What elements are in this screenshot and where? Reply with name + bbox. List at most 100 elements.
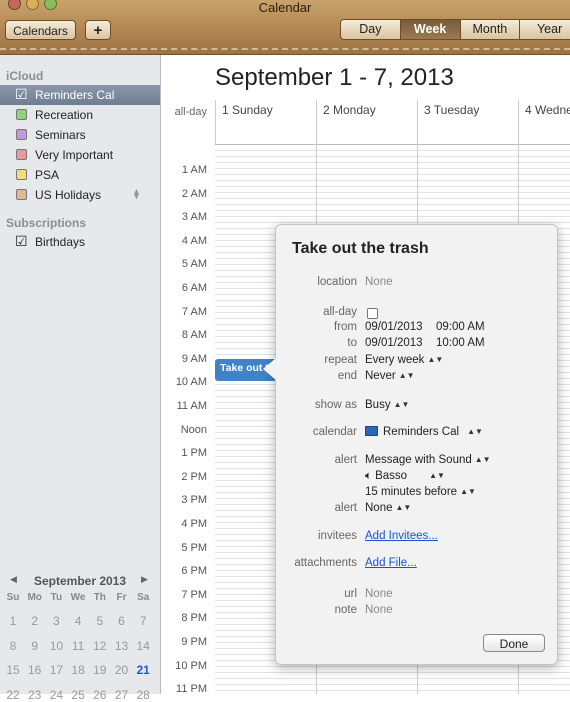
from-date-field[interactable]: 09/01/2013 <box>365 321 423 333</box>
mini-calendar-month: September 2013 <box>33 574 127 588</box>
hour-label: 6 PM <box>181 565 207 578</box>
updown-arrows-icon: ▲▼ <box>467 427 483 436</box>
updown-arrows-icon: ▲▼ <box>395 503 412 512</box>
toolbar-stitching <box>0 48 570 50</box>
mini-calendar-day[interactable]: 28 <box>132 688 154 702</box>
calendar-item-seminars[interactable]: Seminars <box>0 125 160 145</box>
calendar-color-checkbox[interactable] <box>16 149 27 160</box>
alert-sound-select[interactable]: 🔈︎ Basso ▲▼ <box>365 470 445 483</box>
weekday-header: Su <box>6 592 20 603</box>
mini-calendar-day[interactable]: 1 <box>2 614 24 628</box>
from-time-field[interactable]: 09:00 AM <box>436 321 485 333</box>
mini-calendar-day[interactable]: 6 <box>111 614 133 628</box>
mini-calendar-day[interactable]: 21 <box>132 663 154 677</box>
alert2-label: alert <box>334 502 357 514</box>
next-month-icon[interactable]: ▶ <box>141 574 148 585</box>
url-label: url <box>344 588 357 600</box>
weekday-header: We <box>70 592 86 603</box>
day-header-wednesday[interactable]: 4 Wednesday <box>518 100 570 145</box>
add-file-link[interactable]: Add File... <box>365 557 417 569</box>
updown-arrows-icon: ▲▼ <box>429 471 445 480</box>
event-title[interactable]: Take out the trash <box>292 240 429 258</box>
mini-calendar-day[interactable]: 12 <box>89 639 111 653</box>
mini-calendar-day[interactable]: 20 <box>111 663 133 677</box>
popover-arrow <box>263 358 276 380</box>
calendar-color-checkbox[interactable] <box>16 129 27 140</box>
mini-calendar-day[interactable]: 3 <box>45 614 67 628</box>
calendars-button[interactable]: Calendars <box>5 20 76 40</box>
hour-label: 5 PM <box>181 541 207 554</box>
calendar-value: Reminders Cal <box>383 426 460 438</box>
weekday-header: Th <box>93 592 106 603</box>
mini-calendar-day[interactable]: 17 <box>45 663 67 677</box>
mini-calendar-day[interactable]: 18 <box>67 663 89 677</box>
add-event-button[interactable]: + <box>85 20 111 40</box>
calendar-item-birthdays[interactable]: ☑ Birthdays <box>0 232 160 252</box>
day-header-sunday[interactable]: 1 Sunday <box>215 100 316 145</box>
mini-calendar-day[interactable]: 27 <box>111 688 133 702</box>
mini-calendar-day[interactable]: 11 <box>67 639 89 653</box>
event-detail-popover: Take out the trash location None all-day… <box>263 224 558 665</box>
updown-arrows-icon: ▲▼ <box>427 355 444 364</box>
hour-label: 3 AM <box>181 211 207 224</box>
calendar-label: calendar <box>312 426 357 438</box>
mini-calendar-day[interactable]: 23 <box>24 688 46 702</box>
alert2-select[interactable]: None ▲▼ <box>365 502 411 514</box>
end-value: Never <box>365 370 396 382</box>
calendar-item-psa[interactable]: PSA <box>0 165 160 185</box>
tab-year[interactable]: Year <box>520 20 570 39</box>
window-title: Calendar <box>258 0 312 15</box>
mini-calendar-day[interactable]: 7 <box>132 614 154 628</box>
mini-calendar-day[interactable]: 19 <box>89 663 111 677</box>
calendar-item-recreation[interactable]: Recreation <box>0 105 160 125</box>
mini-calendar-day[interactable]: 16 <box>24 663 46 677</box>
alert-time-select[interactable]: 15 minutes before ▲▼ <box>365 486 476 498</box>
calendar-color-checkbox[interactable] <box>16 169 27 180</box>
tab-week[interactable]: Week <box>400 20 461 39</box>
mini-calendar-day[interactable]: 25 <box>67 688 89 702</box>
mini-calendar-day[interactable]: 26 <box>89 688 111 702</box>
end-select[interactable]: Never ▲▼ <box>365 370 415 382</box>
mini-calendar-day[interactable]: 2 <box>24 614 46 628</box>
tab-day[interactable]: Day <box>341 20 401 39</box>
note-field[interactable]: None <box>365 604 393 616</box>
mini-calendar-day[interactable]: 10 <box>45 639 67 653</box>
url-field[interactable]: None <box>365 588 393 600</box>
repeat-value: Every week <box>365 354 425 366</box>
mini-calendar-day[interactable]: 5 <box>89 614 111 628</box>
view-switcher: Day Week Month Year <box>340 19 570 40</box>
day-header-monday[interactable]: 2 Monday <box>316 100 417 145</box>
calendar-item-us-holidays[interactable]: US Holidays ⧫ <box>0 185 160 205</box>
location-field[interactable]: None <box>365 276 393 288</box>
calendar-color-checkbox[interactable] <box>16 109 27 120</box>
hour-label: 10 AM <box>175 376 207 389</box>
mini-calendar-day[interactable]: 13 <box>111 639 133 653</box>
mini-calendar-day[interactable]: 9 <box>24 639 46 653</box>
calendar-color-checkbox[interactable] <box>16 189 27 200</box>
calendar-item-very-important[interactable]: Very Important <box>0 145 160 165</box>
calendar-item-reminders-cal[interactable]: ☑ Reminders Cal <box>0 85 160 105</box>
mini-calendar-day[interactable]: 4 <box>67 614 89 628</box>
to-date-field[interactable]: 09/01/2013 <box>365 337 423 349</box>
calendar-item-label: Seminars <box>35 128 86 142</box>
day-header-tuesday[interactable]: 3 Tuesday <box>417 100 518 145</box>
alert-select[interactable]: Message with Sound ▲▼ <box>365 454 491 466</box>
tab-month[interactable]: Month <box>460 20 521 39</box>
day-header-label: 2 Monday <box>323 103 376 117</box>
checkbox-checked-icon[interactable]: ☑ <box>15 84 28 104</box>
done-button[interactable]: Done <box>483 634 545 652</box>
mini-calendar-day[interactable]: 15 <box>2 663 24 677</box>
mini-calendar-day[interactable]: 24 <box>45 688 67 702</box>
mini-calendar-day[interactable]: 22 <box>2 688 24 702</box>
calendar-select[interactable]: Reminders Cal ▲▼ <box>365 426 483 438</box>
mini-calendar-day[interactable]: 8 <box>2 639 24 653</box>
repeat-select[interactable]: Every week ▲▼ <box>365 354 443 366</box>
mini-calendar-day[interactable]: 14 <box>132 639 154 653</box>
updown-arrows-icon: ▲▼ <box>460 487 476 496</box>
showas-select[interactable]: Busy ▲▼ <box>365 399 409 411</box>
checkbox-checked-icon[interactable]: ☑ <box>15 231 28 251</box>
calendar-item-label: Very Important <box>35 148 114 162</box>
allday-checkbox[interactable] <box>367 308 378 319</box>
add-invitees-link[interactable]: Add Invitees... <box>365 530 438 542</box>
to-time-field[interactable]: 10:00 AM <box>436 337 485 349</box>
